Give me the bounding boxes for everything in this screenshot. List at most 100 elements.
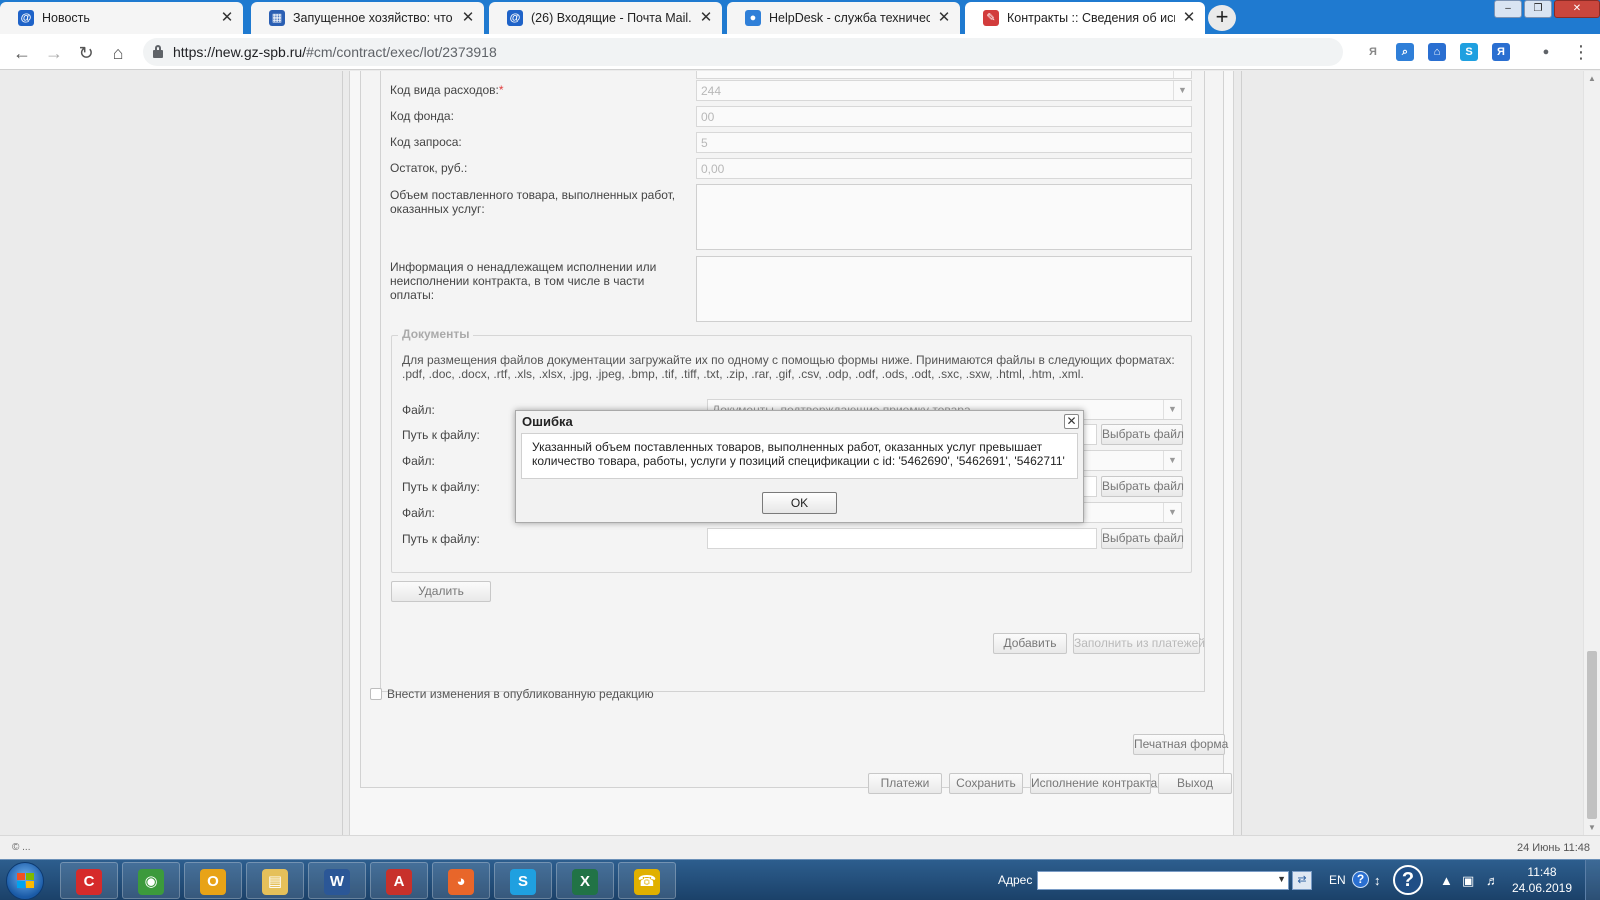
documents-help-text: Для размещения файлов документации загру…	[402, 353, 1175, 381]
help-small-icon[interactable]: ?	[1352, 871, 1369, 888]
browser-tab[interactable]: ✎ Контракты :: Сведения об испо ✕	[965, 2, 1205, 34]
fill-from-payments-button[interactable]: Заполнить из платежей	[1073, 633, 1205, 654]
delete-button[interactable]: Удалить	[391, 581, 491, 602]
forward-icon[interactable]: →	[43, 42, 65, 64]
balance-value: 0,00	[701, 162, 725, 176]
language-indicator[interactable]: EN	[1329, 873, 1346, 887]
dialog-message: Указанный объем поставленных товаров, вы…	[521, 433, 1078, 479]
lock-icon[interactable]	[153, 45, 163, 58]
taskbar-app-chrome[interactable]: ◉	[122, 862, 180, 899]
browser-tab[interactable]: ▦ Запущенное хозяйство: что при ✕	[251, 2, 484, 34]
volume-label: Объем поставленного товара, выполненных …	[390, 188, 676, 216]
new-tab-button[interactable]: +	[1208, 5, 1236, 31]
tab-title: (26) Входящие - Почта Mail.ru	[531, 11, 692, 25]
back-icon[interactable]: ←	[11, 42, 33, 64]
contract-execution-button[interactable]: Исполнение контракта	[1030, 773, 1157, 794]
required-marker: *	[498, 83, 504, 97]
balance-label: Остаток, руб.:	[390, 161, 468, 175]
browser-menu-icon[interactable]: ⋮	[1572, 42, 1590, 62]
browser-tab[interactable]: ● HelpDesk - служба технической ✕	[727, 2, 960, 34]
volume-icon[interactable]: ♬	[1486, 873, 1499, 888]
add-button[interactable]: Добавить	[993, 633, 1067, 654]
profile-icon[interactable]: ●	[1537, 43, 1555, 61]
request-code-label: Код запроса:	[390, 135, 462, 149]
taskbar-app-excel[interactable]: X	[556, 862, 614, 899]
expense-code-select[interactable]: 244 ▼	[696, 80, 1192, 101]
tab-close-icon[interactable]: ✕	[460, 10, 476, 26]
taskbar-clock[interactable]: 11:48 24.06.2019	[1508, 864, 1576, 896]
start-button[interactable]	[6, 862, 44, 900]
taskbar-app-word[interactable]: W	[308, 862, 366, 899]
taskbar-app-c[interactable]: C	[60, 862, 118, 899]
address-bar[interactable]: https://new.gz-spb.ru/#cm/contract/exec/…	[143, 38, 1478, 66]
dialog-close-icon[interactable]: ✕	[1064, 414, 1079, 429]
print-form-button[interactable]: Печатная форма	[1133, 734, 1228, 755]
yandex-icon[interactable]: Я	[1364, 43, 1382, 61]
tray-pin-icon[interactable]: ↕	[1374, 873, 1381, 888]
url-path: #cm/contract/exec/lot/2373918	[306, 44, 497, 60]
network-icon[interactable]: ▣	[1462, 873, 1474, 889]
reload-icon[interactable]: ↻	[75, 42, 97, 64]
exit-button[interactable]: Выход	[1158, 773, 1232, 794]
browse-file-button-1[interactable]: Выбрать файл	[1101, 424, 1184, 445]
volume-textarea[interactable]	[696, 184, 1192, 250]
scroll-up-icon[interactable]: ▲	[1588, 74, 1596, 83]
taskbar-address-input[interactable]: ▼	[1037, 871, 1289, 890]
taskbar-app-phone[interactable]: ☎	[618, 862, 676, 899]
clock-time: 11:48	[1527, 865, 1557, 879]
scroll-down-icon[interactable]: ▼	[1588, 823, 1596, 832]
chevron-down-icon[interactable]: ▼	[1173, 71, 1191, 78]
tab-close-icon[interactable]: ✕	[936, 10, 952, 26]
home-icon[interactable]: ⌂	[107, 42, 129, 64]
taskbar-app-firefox[interactable]: ◕	[432, 862, 490, 899]
chevron-down-icon[interactable]: ▼	[1163, 451, 1181, 470]
path-label-3: Путь к файлу:	[402, 532, 480, 546]
improper-execution-textarea[interactable]	[696, 256, 1192, 322]
dialog-ok-button[interactable]: OK	[762, 492, 837, 514]
page-scrollbar[interactable]: ▲ ▼	[1583, 71, 1600, 835]
show-desktop-button[interactable]	[1585, 860, 1600, 900]
taskbar-app-acrobat[interactable]: A	[370, 862, 428, 899]
browser-tab[interactable]: @ Новость ✕	[0, 2, 243, 34]
chevron-down-icon[interactable]: ▼	[1163, 503, 1181, 522]
taskbar-app-outlook[interactable]: O	[184, 862, 242, 899]
fund-code-label: Код фонда:	[390, 109, 454, 123]
request-code-input[interactable]: 5	[696, 132, 1192, 153]
tray-expand-icon[interactable]: ▲	[1440, 873, 1453, 888]
file-label-1: Файл:	[402, 403, 435, 417]
chevron-down-icon[interactable]: ▼	[1163, 400, 1181, 419]
tab-close-icon[interactable]: ✕	[698, 10, 714, 26]
file-label-3: Файл:	[402, 506, 435, 520]
improper-execution-label: Информация о ненадлежащем исполнении или…	[390, 260, 657, 302]
fund-code-input[interactable]: 00	[696, 106, 1192, 127]
search-ext-icon[interactable]: ⌕	[1396, 43, 1414, 61]
taskbar-app-explorer[interactable]: ▤	[246, 862, 304, 899]
chevron-down-icon[interactable]: ▼	[1173, 81, 1191, 100]
close-window-button[interactable]: ✕	[1554, 0, 1600, 18]
help-big-icon[interactable]: ?	[1393, 865, 1423, 895]
publish-changes-checkbox[interactable]	[370, 688, 382, 700]
chevron-down-icon[interactable]: ▼	[1277, 874, 1286, 884]
taskbar-app-skype[interactable]: S	[494, 862, 552, 899]
restore-button[interactable]: ❐	[1524, 0, 1552, 18]
publish-changes-label[interactable]: Внести изменения в опубликованную редакц…	[387, 687, 654, 701]
scroll-thumb[interactable]	[1587, 651, 1597, 819]
taskbar-go-icon[interactable]: ⇄	[1292, 871, 1312, 890]
file-path-input-3[interactable]	[707, 528, 1097, 549]
save-button[interactable]: Сохранить	[949, 773, 1023, 794]
browse-file-button-2[interactable]: Выбрать файл	[1101, 476, 1184, 497]
home-ext-icon[interactable]: ⌂	[1428, 43, 1446, 61]
balance-input[interactable]: 0,00	[696, 158, 1192, 179]
browse-file-button-3[interactable]: Выбрать файл	[1101, 528, 1184, 549]
expense-code-label: Код вида расходов:*	[390, 83, 680, 97]
minimize-button[interactable]: ‒	[1494, 0, 1522, 18]
payments-button[interactable]: Платежи	[868, 773, 942, 794]
skype-ext-icon[interactable]: S	[1460, 43, 1478, 61]
tab-close-icon[interactable]: ✕	[1181, 10, 1197, 26]
bookmark-ext-icon[interactable]: Я	[1492, 43, 1510, 61]
top-partial-input[interactable]: ▼	[696, 71, 1192, 79]
tab-close-icon[interactable]: ✕	[219, 10, 235, 26]
browser-tab[interactable]: @ (26) Входящие - Почта Mail.ru ✕	[489, 2, 722, 34]
tab-favicon-icon: @	[18, 10, 34, 26]
url-text[interactable]: https://new.gz-spb.ru/#cm/contract/exec/…	[173, 44, 497, 60]
